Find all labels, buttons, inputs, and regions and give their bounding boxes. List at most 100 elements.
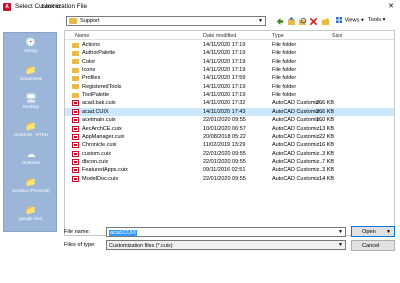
column-header-date[interactable]: Date modified bbox=[203, 33, 236, 39]
folder-icon bbox=[72, 92, 79, 98]
back-arrow-icon[interactable] bbox=[274, 16, 284, 26]
places-item[interactable]: 📁 Documents bbox=[4, 65, 58, 87]
file-row[interactable]: custom.cuix 22/01/2020 09:55 AutoCAD Custo… bbox=[65, 150, 394, 158]
file-date: 10/01/2020 06:57 bbox=[203, 125, 246, 132]
file-date: 14/11/2020 17:19 bbox=[203, 83, 246, 90]
file-row[interactable]: ToolPalette 14/11/2020 17:19 File folder bbox=[65, 91, 394, 99]
places-item-label: Documents bbox=[20, 76, 42, 81]
file-size: 13 KB bbox=[319, 125, 334, 132]
file-date: 14/11/2020 17:59 bbox=[203, 75, 246, 82]
filetype-value: Customization files (*.cuix) bbox=[109, 242, 173, 249]
file-type: File folder bbox=[272, 58, 297, 65]
file-date: 14/11/2020 17:19 bbox=[203, 58, 246, 65]
cancel-label: Cancel bbox=[362, 242, 380, 249]
places-item[interactable]: 📁 google drive bbox=[4, 205, 58, 227]
file-row[interactable]: acad.bak.cuix 14/11/2020 17:32 AutoCAD Cus… bbox=[65, 99, 394, 107]
file-name: Color bbox=[82, 58, 96, 65]
file-row[interactable]: acetmain.cuix 22/01/2020 09:55 AutoCAD Cus… bbox=[65, 116, 394, 124]
chevron-down-icon[interactable]: ▼ bbox=[386, 229, 391, 235]
file-type: AutoCAD Customiz... bbox=[272, 175, 324, 182]
places-item[interactable]: 🖥 Desktop bbox=[4, 93, 58, 115]
file-size: 160 KB bbox=[315, 117, 334, 124]
new-folder-icon[interactable] bbox=[320, 16, 330, 26]
file-list[interactable]: Name Date modified Type Size Actions 14/1… bbox=[64, 30, 395, 236]
file-row[interactable]: FeaturedApps.cuix 09/11/2016 02:51 AutoCAD… bbox=[65, 166, 394, 174]
file-row[interactable]: AuthorPalette 14/11/2020 17:19 File folder bbox=[65, 49, 394, 57]
views-menu-button[interactable]: Views ▾ bbox=[336, 17, 364, 23]
folder-icon bbox=[72, 50, 79, 56]
delete-icon[interactable] bbox=[308, 16, 318, 26]
file-date: 22/01/2020 09:55 bbox=[203, 117, 246, 124]
places-bar: 🕑 History 📁 Documents 🖥 Desktop 📁 OneDrive - NT… bbox=[3, 32, 57, 232]
cuix-file-icon bbox=[72, 167, 79, 174]
file-type: AutoCAD Customiz... bbox=[272, 142, 324, 149]
places-item[interactable]: 📁 OneDrive - NTNU bbox=[4, 121, 58, 143]
file-name: dbcon.cuix bbox=[82, 158, 109, 165]
filename-label: File name: bbox=[64, 229, 91, 235]
cuix-file-icon bbox=[72, 142, 79, 149]
file-row[interactable]: AppManager.cuix 20/08/2018 05:22 AutoCAD C… bbox=[65, 133, 394, 141]
folder-icon bbox=[72, 59, 79, 65]
tools-menu-button[interactable]: Tools ▾ bbox=[368, 17, 385, 23]
chevron-down-icon: ▼ bbox=[338, 242, 343, 248]
file-date: 22/01/2020 09:55 bbox=[203, 150, 246, 157]
up-folder-icon[interactable] bbox=[286, 16, 296, 26]
file-size: 22 KB bbox=[319, 133, 334, 140]
search-web-icon[interactable] bbox=[297, 16, 307, 26]
onedrive-cloud-icon: ☁ bbox=[26, 148, 36, 159]
file-size: 16 KB bbox=[319, 142, 334, 149]
filename-input[interactable]: acad.CUIX ▼ bbox=[106, 227, 346, 237]
documents-icon: 📁 bbox=[25, 64, 37, 75]
filetype-dropdown[interactable]: Customization files (*.cuix) ▼ bbox=[106, 240, 346, 250]
lookin-dropdown[interactable]: Support ▼ bbox=[66, 16, 266, 26]
places-item[interactable]: ☁ OneDrive bbox=[4, 149, 58, 171]
cuix-file-icon bbox=[72, 150, 79, 157]
close-icon[interactable]: ✕ bbox=[388, 2, 394, 10]
cancel-button[interactable]: Cancel bbox=[351, 240, 395, 251]
file-date: 20/08/2018 05:22 bbox=[203, 133, 246, 140]
file-name: Actions bbox=[82, 42, 101, 48]
file-row[interactable]: dbcon.cuix 22/01/2020 09:55 AutoCAD Custom… bbox=[65, 158, 394, 166]
views-icon bbox=[336, 17, 343, 23]
file-type: File folder bbox=[272, 42, 297, 48]
column-header-size[interactable]: Size bbox=[332, 33, 343, 39]
file-row[interactable]: Profiles 14/11/2020 17:59 File folder bbox=[65, 74, 394, 82]
cuix-file-icon bbox=[72, 117, 79, 124]
file-type: AutoCAD Customiz... bbox=[272, 158, 324, 165]
file-type: File folder bbox=[272, 83, 297, 90]
file-type: AutoCAD Customiz... bbox=[272, 125, 324, 132]
places-item[interactable]: 📁 Dropbox (Personal) bbox=[4, 177, 58, 199]
cuix-file-icon bbox=[72, 175, 79, 182]
file-name: Profiles bbox=[82, 75, 101, 82]
file-type: File folder bbox=[272, 50, 297, 57]
file-name: acad.bak.cuix bbox=[82, 100, 116, 107]
file-name: custom.cuix bbox=[82, 150, 112, 157]
file-date: 22/01/2020 09:55 bbox=[203, 175, 246, 182]
file-date: 14/11/2020 17:32 bbox=[203, 100, 246, 107]
views-label: Views bbox=[344, 17, 360, 24]
column-header-row: Name Date modified Type Size bbox=[65, 31, 394, 40]
file-row[interactable]: Icons 14/11/2020 17:19 File folder bbox=[65, 66, 394, 74]
chevron-down-icon[interactable]: ▼ bbox=[338, 229, 343, 235]
open-label: Open bbox=[362, 228, 376, 235]
file-row[interactable]: acad.CUIX 14/11/2020 17:43 AutoCAD Customi… bbox=[65, 107, 394, 117]
column-header-name[interactable]: Name bbox=[75, 33, 89, 39]
cuix-file-icon bbox=[72, 100, 79, 107]
tools-label: Tools bbox=[368, 17, 382, 23]
dropbox-icon: 📁 bbox=[25, 176, 37, 187]
file-row[interactable]: RegisteredTools 14/11/2020 17:19 File fold… bbox=[65, 83, 394, 91]
file-size: 14 KB bbox=[319, 175, 334, 182]
places-item[interactable]: 🕑 History bbox=[4, 37, 58, 59]
open-button[interactable]: Open ▼ bbox=[351, 226, 395, 237]
file-type: AutoCAD Customiz... bbox=[272, 167, 324, 174]
file-row[interactable]: Color 14/11/2020 17:19 File folder bbox=[65, 58, 394, 66]
file-size: 3 KB bbox=[322, 167, 334, 174]
file-row[interactable]: ModelDoc.cuix 22/01/2020 09:55 AutoCAD Cus… bbox=[65, 175, 394, 183]
places-item-label: google drive bbox=[19, 216, 43, 221]
file-name: AuthorPalette bbox=[82, 50, 116, 57]
file-row[interactable]: AecArchCE.cuix 10/01/2020 06:57 AutoCAD Cu… bbox=[65, 125, 394, 133]
onedrive-folder-icon: 📁 bbox=[25, 120, 37, 131]
file-row[interactable]: Actions 14/11/2020 17:19 File folder bbox=[65, 41, 394, 49]
column-header-type[interactable]: Type bbox=[272, 33, 284, 39]
file-row[interactable]: Chronicle.cuix 11/02/2019 13:29 AutoCAD Cu… bbox=[65, 141, 394, 149]
